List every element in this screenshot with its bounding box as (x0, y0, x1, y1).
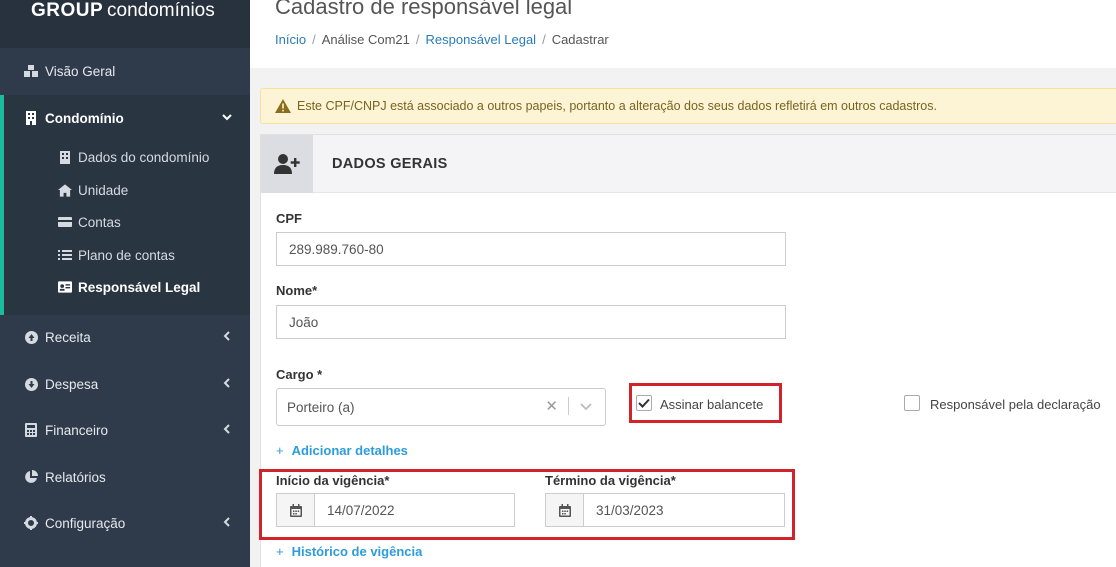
cpf-label: CPF (276, 211, 302, 226)
add-details-label: Adicionar detalhes (291, 443, 408, 458)
main-content: Cadastro de responsável legal Início / A… (250, 0, 1116, 567)
breadcrumb-separator: / (312, 32, 316, 47)
wallet-icon (58, 216, 72, 228)
breadcrumb-cadastrar: Cadastrar (551, 32, 609, 47)
breadcrumb-analise: Análise Com21 (321, 32, 410, 47)
id-card-icon (58, 281, 72, 293)
cargo-selected-value: Porteiro (a) (287, 399, 355, 415)
breadcrumb-separator: / (415, 32, 420, 47)
sidebar-subitem-label: Contas (78, 214, 121, 230)
arrow-circle-down-icon (23, 377, 39, 391)
sidebar-item-receita[interactable]: Receita (0, 314, 250, 360)
sidebar-subitem-contas[interactable]: Contas (58, 212, 121, 232)
pie-chart-icon (23, 470, 39, 484)
calendar-icon[interactable] (276, 493, 314, 527)
chevron-down-icon (222, 110, 232, 125)
sidebar-item-configuracao[interactable]: Configuração (0, 500, 250, 546)
cpf-input[interactable]: 289.989.760-80 (276, 232, 786, 266)
sidebar-item-overview[interactable]: Visão Geral (0, 48, 250, 94)
sidebar-item-label: Despesa (45, 376, 99, 392)
arrow-circle-up-icon (23, 330, 39, 344)
responsavel-declaracao-label[interactable]: Responsável pela declaração (930, 397, 1101, 412)
inicio-vigencia-input[interactable]: 14/07/2022 (314, 493, 515, 527)
sidebar-item-label: Relatórios (45, 469, 106, 485)
cubes-icon (23, 64, 39, 78)
termino-vigencia-input[interactable]: 31/03/2023 (583, 493, 785, 527)
cargo-label: Cargo * (276, 367, 323, 382)
brand-light: condomínios (107, 0, 215, 21)
gear-icon (23, 516, 39, 530)
inicio-vigencia-label: Início da vigência* (276, 473, 390, 488)
sidebar-item-financeiro[interactable]: Financeiro (0, 407, 250, 453)
page-header: Cadastro de responsável legal Início / A… (250, 0, 1116, 68)
plus-icon: + (276, 544, 284, 559)
nome-label: Nome* (276, 283, 318, 298)
sidebar-subitem-responsavel[interactable]: Responsável Legal (58, 277, 200, 297)
chevron-down-icon[interactable] (579, 399, 593, 416)
termino-vigencia-field[interactable]: 31/03/2023 (545, 493, 785, 527)
breadcrumb: Início / Análise Com21 / Responsável Leg… (275, 32, 609, 47)
sidebar-subitem-unidade[interactable]: Unidade (58, 180, 128, 200)
sidebar-item-label: Condomínio (45, 110, 124, 126)
check-icon (638, 398, 650, 408)
building-icon (23, 111, 39, 125)
list-icon (58, 249, 72, 261)
brand-logo[interactable]: GROUP condomínios (0, 0, 250, 48)
sidebar-item-label: Financeiro (45, 422, 109, 438)
inicio-vigencia-field[interactable]: 14/07/2022 (276, 493, 515, 527)
assinar-balancete-checkbox[interactable] (636, 395, 652, 411)
plus-icon: + (276, 443, 284, 458)
warning-icon (275, 99, 291, 113)
building-icon (58, 150, 72, 164)
sidebar-subitem-label: Dados do condomínio (78, 149, 210, 165)
warning-alert: Este CPF/CNPJ está associado a outros pa… (260, 88, 1116, 124)
breadcrumb-inicio[interactable]: Início (275, 32, 306, 47)
historico-vigencia-label: Histórico de vigência (291, 544, 423, 559)
historico-vigencia-link[interactable]: + Histórico de vigência (276, 544, 422, 559)
chevron-left-icon (222, 376, 232, 391)
responsavel-declaracao-checkbox[interactable] (904, 395, 920, 411)
cargo-select[interactable]: Porteiro (a) ✕ (276, 388, 606, 426)
sidebar-item-relatorios[interactable]: Relatórios (0, 454, 250, 500)
sidebar-item-despesa[interactable]: Despesa (0, 361, 250, 407)
chevron-left-icon (222, 329, 232, 344)
breadcrumb-responsavel[interactable]: Responsável Legal (425, 32, 536, 47)
select-divider (568, 397, 569, 415)
termino-vigencia-label: Término da vigência* (545, 473, 676, 488)
sidebar-subitem-plano[interactable]: Plano de contas (58, 245, 175, 265)
calendar-icon[interactable] (545, 493, 583, 527)
section-title: DADOS GERAIS (332, 156, 448, 172)
sidebar-subitem-label: Plano de contas (78, 247, 175, 263)
nome-input[interactable]: João (276, 305, 786, 339)
section-header: DADOS GERAIS (261, 135, 1116, 193)
sidebar-subitem-label: Unidade (78, 182, 129, 198)
page-title: Cadastro de responsável legal (275, 0, 573, 19)
calculator-icon (23, 423, 39, 437)
breadcrumb-separator: / (542, 32, 546, 47)
user-plus-icon (261, 135, 313, 193)
sidebar-item-label: Visão Geral (45, 63, 116, 79)
sidebar-item-label: Configuração (45, 515, 126, 531)
form-card: DADOS GERAIS CPF 289.989.760-80 Nome* Jo… (259, 134, 1116, 567)
add-details-link[interactable]: + Adicionar detalhes (276, 443, 408, 458)
clear-icon[interactable]: ✕ (545, 397, 558, 415)
chevron-left-icon (222, 422, 232, 437)
sidebar-item-label: Receita (45, 329, 91, 345)
home-icon (58, 183, 72, 197)
sidebar-subitem-dados[interactable]: Dados do condomínio (58, 147, 209, 167)
brand-bold: GROUP (31, 0, 104, 21)
sidebar-item-condominio[interactable]: Condomínio (0, 95, 250, 141)
chevron-left-icon (222, 515, 232, 530)
sidebar: GROUP condomínios Visão Geral Condomínio… (0, 0, 250, 567)
sidebar-subitem-label: Responsável Legal (78, 279, 201, 295)
warning-alert-text: Este CPF/CNPJ está associado a outros pa… (297, 99, 937, 113)
assinar-balancete-label[interactable]: Assinar balancete (660, 397, 763, 412)
sidebar-group-condominio: Condomínio Dados do condomínio Unidade C… (0, 95, 250, 315)
